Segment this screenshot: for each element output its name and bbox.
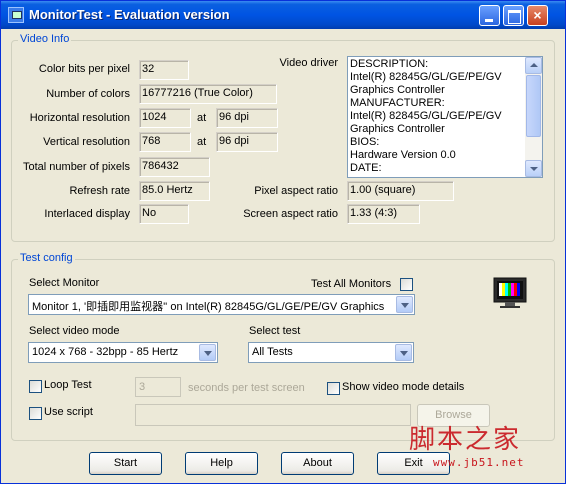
scroll-thumb[interactable] <box>526 75 541 137</box>
main-window: MonitorTest - Evaluation version × Video… <box>0 0 566 484</box>
pixel-aspect-label: Pixel aspect ratio <box>254 185 338 197</box>
total-pixels-label: Total number of pixels <box>23 161 130 173</box>
screen-aspect-value: 1.33 (4:3) <box>347 204 420 224</box>
color-bits-value: 32 <box>139 60 189 80</box>
select-test-label: Select test <box>249 325 301 337</box>
start-button[interactable]: Start <box>89 452 162 475</box>
help-button[interactable]: Help <box>185 452 258 475</box>
scroll-down-icon[interactable] <box>525 160 542 177</box>
horiz-res-value: 1024 <box>139 108 191 128</box>
video-mode-label: Select video mode <box>29 325 120 337</box>
select-test-value: All Tests <box>252 346 293 358</box>
chevron-down-icon[interactable] <box>396 296 413 313</box>
chevron-down-icon[interactable] <box>199 344 216 361</box>
watermark-url: www.jb51.net <box>433 456 525 469</box>
video-driver-line: Graphics Controller <box>350 84 445 96</box>
horiz-at-label: at <box>197 112 207 124</box>
video-mode-combo[interactable]: 1024 x 768 - 32bpp - 85 Hertz <box>28 342 218 363</box>
show-video-mode-checkbox[interactable] <box>327 382 340 395</box>
maximize-button[interactable] <box>503 5 524 26</box>
use-script-label: Use script <box>44 406 93 418</box>
refresh-value: 85.0 Hertz <box>139 181 210 201</box>
video-driver-line: DATE: <box>350 162 382 174</box>
num-colors-label: Number of colors <box>46 88 130 100</box>
vert-res-value: 768 <box>139 132 191 152</box>
total-pixels-value: 786432 <box>139 157 210 177</box>
select-monitor-value: Monitor 1, '即插即用监视器'' on Intel(R) 82845G… <box>32 301 385 313</box>
watermark-text: 脚本之家 <box>409 425 522 455</box>
script-path-input[interactable] <box>135 404 411 426</box>
monitor-test-icon <box>493 277 527 308</box>
select-monitor-combo[interactable]: Monitor 1, '即插即用监视器'' on Intel(R) 82845G… <box>28 294 415 315</box>
about-button[interactable]: About <box>281 452 354 475</box>
refresh-label: Refresh rate <box>69 185 130 197</box>
use-script-checkbox[interactable] <box>29 407 42 420</box>
loop-seconds-input[interactable]: 3 <box>135 377 181 397</box>
app-monitor-icon <box>8 7 24 23</box>
close-icon: × <box>533 7 542 23</box>
vert-at-label: at <box>197 136 207 148</box>
vert-dpi-value: 96 dpi <box>216 132 278 152</box>
select-test-combo[interactable]: All Tests <box>248 342 414 363</box>
horiz-res-label: Horizontal resolution <box>29 112 130 124</box>
video-driver-listbox[interactable]: DESCRIPTION: Intel(R) 82845G/GL/GE/PE/GV G… <box>347 56 543 178</box>
vert-res-label: Vertical resolution <box>43 136 130 148</box>
title-bar[interactable]: MonitorTest - Evaluation version × <box>1 1 565 29</box>
select-monitor-label: Select Monitor <box>29 277 100 289</box>
horiz-dpi-value: 96 dpi <box>216 108 278 128</box>
test-config-title: Test config <box>18 252 75 264</box>
video-driver-line: BIOS: <box>350 136 380 148</box>
pixel-aspect-value: 1.00 (square) <box>347 181 454 201</box>
video-info-title: Video Info <box>18 33 72 45</box>
test-all-monitors-checkbox[interactable] <box>400 278 413 291</box>
video-driver-scrollbar[interactable] <box>525 57 542 177</box>
chevron-down-icon[interactable] <box>395 344 412 361</box>
loop-test-label: Loop Test <box>44 379 92 391</box>
video-driver-line: Graphics Controller <box>350 123 445 135</box>
video-driver-line: MANUFACTURER: <box>350 97 445 109</box>
loop-test-checkbox[interactable] <box>29 380 42 393</box>
close-button[interactable]: × <box>527 5 548 26</box>
video-driver-line: Intel(R) 82845G/GL/GE/PE/GV <box>350 71 502 83</box>
scroll-up-icon[interactable] <box>525 57 542 74</box>
num-colors-value: 16777216 (True Color) <box>139 84 277 104</box>
video-driver-line: Intel(R) 82845G/GL/GE/PE/GV <box>350 110 502 122</box>
test-all-monitors-label: Test All Monitors <box>311 278 392 290</box>
interlaced-value: No <box>139 204 189 224</box>
video-driver-line: DESCRIPTION: <box>350 58 429 70</box>
video-mode-value: 1024 x 768 - 32bpp - 85 Hertz <box>32 346 179 358</box>
seconds-per-screen-label: seconds per test screen <box>188 382 305 394</box>
screen-aspect-label: Screen aspect ratio <box>243 208 338 220</box>
interlaced-label: Interlaced display <box>44 208 130 220</box>
video-driver-label: Video driver <box>279 57 339 69</box>
color-bits-label: Color bits per pixel <box>38 63 130 75</box>
window-title: MonitorTest - Evaluation version <box>29 7 230 22</box>
show-video-mode-label: Show video mode details <box>342 381 465 393</box>
video-driver-lines: DESCRIPTION: Intel(R) 82845G/GL/GE/PE/GV G… <box>350 58 524 175</box>
video-driver-line: Hardware Version 0.0 <box>350 149 456 161</box>
minimize-button[interactable] <box>479 5 500 26</box>
